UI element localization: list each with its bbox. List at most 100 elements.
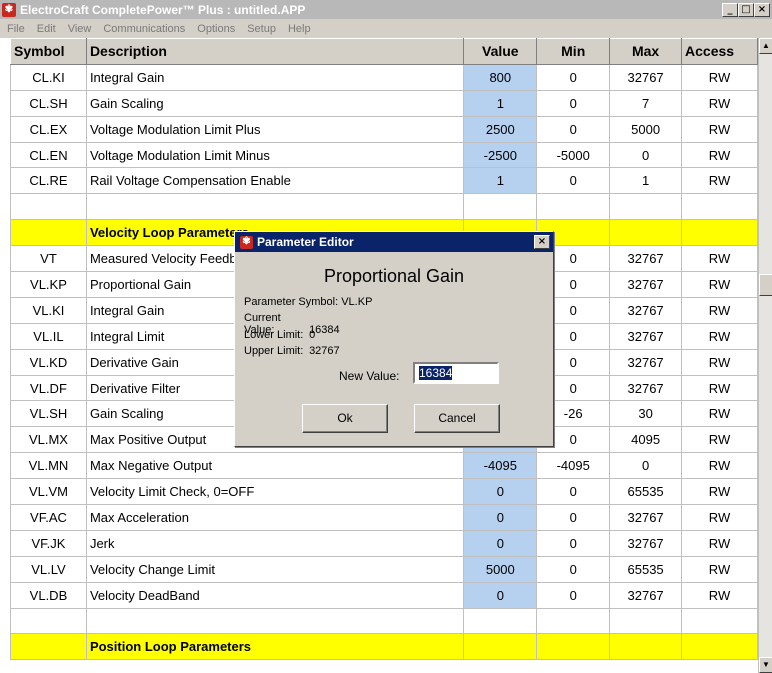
menu-help[interactable]: Help: [281, 23, 316, 35]
cell-value[interactable]: 0: [463, 529, 538, 557]
cell-access: RW: [681, 529, 758, 557]
cell-max: 32767: [609, 271, 683, 298]
cell-value[interactable]: 0: [463, 478, 538, 506]
cell-symbol: VL.IL: [10, 322, 87, 350]
section-cell-access: [681, 219, 758, 247]
header-max[interactable]: Max: [609, 38, 683, 65]
minimize-button[interactable]: _: [722, 2, 738, 17]
dialog-heading: Proportional Gain: [323, 266, 465, 286]
menu-edit[interactable]: Edit: [30, 23, 61, 35]
table-row: CL.EX Voltage Modulation Limit Plus 2500 0 5…: [10, 115, 758, 143]
cell-value[interactable]: 2500: [463, 115, 538, 143]
cell-value[interactable]: 0: [463, 504, 538, 531]
cell-value[interactable]: [463, 193, 538, 221]
cell-max: 32767: [609, 63, 683, 91]
electrocraft-logo-icon: ✾: [2, 2, 16, 17]
menu-bar: File Edit View Communications Options Se…: [0, 19, 772, 38]
cell-symbol: VL.MN: [10, 452, 87, 480]
cell-description: Velocity DeadBand: [85, 581, 465, 609]
cancel-button[interactable]: Cancel: [414, 404, 500, 433]
cell-symbol: VL.LV: [10, 555, 87, 583]
cell-min: 0: [536, 115, 611, 143]
section-header-row: Position Loop Parameters: [10, 633, 758, 661]
header-value[interactable]: Value: [463, 38, 538, 65]
cell-min: 0: [536, 89, 611, 117]
cell-max: [609, 607, 683, 635]
table-row: VL.VM Velocity Limit Check, 0=OFF 0 0 65535 R…: [10, 478, 758, 506]
table-row: VL.DB Velocity DeadBand 0 0 32767 RW: [10, 581, 758, 609]
header-description[interactable]: Description: [85, 38, 465, 65]
cell-symbol: VL.SH: [10, 400, 87, 428]
cell-value[interactable]: 5000: [463, 555, 538, 583]
cell-access: [681, 193, 758, 221]
maximize-button[interactable]: □: [738, 2, 754, 17]
scrollbar-thumb[interactable]: [759, 274, 772, 296]
cell-max: 7: [609, 89, 683, 117]
section-cell-min: [536, 633, 611, 661]
menu-options[interactable]: Options: [190, 23, 240, 35]
window-title: ElectroCraft CompletePower™ Plus : untit…: [20, 2, 306, 17]
cell-value[interactable]: -2500: [463, 141, 538, 169]
cell-description: Rail Voltage Compensation Enable: [85, 167, 465, 195]
menu-setup[interactable]: Setup: [240, 23, 281, 35]
cell-description: Integral Gain: [85, 63, 465, 91]
upper-limit-label: Upper Limit:: [244, 345, 304, 357]
cell-access: RW: [681, 296, 758, 324]
cell-symbol: VL.DB: [10, 581, 87, 609]
dialog-close-button[interactable]: ×: [534, 235, 550, 249]
cell-min: 0: [536, 581, 611, 609]
cell-max: 32767: [609, 374, 683, 402]
cell-value[interactable]: [463, 607, 538, 635]
cell-description: Jerk: [85, 529, 465, 557]
cell-access: RW: [681, 581, 758, 609]
menu-view[interactable]: View: [61, 23, 97, 35]
table-row: CL.KI Integral Gain 800 0 32767 RW: [10, 63, 758, 91]
header-access[interactable]: Access: [681, 38, 758, 65]
header-symbol[interactable]: Symbol: [10, 38, 87, 65]
close-button[interactable]: ×: [754, 2, 770, 17]
cell-min: 0: [536, 529, 611, 557]
cell-access: RW: [681, 89, 758, 117]
table-row: CL.EN Voltage Modulation Limit Minus -2500…: [10, 141, 758, 169]
cell-value[interactable]: 0: [463, 581, 538, 609]
cell-max: 65535: [609, 478, 683, 506]
window-titlebar: ✾ ElectroCraft CompletePower™ Plus : unt…: [0, 0, 772, 19]
cell-access: RW: [681, 348, 758, 376]
ok-button[interactable]: Ok: [302, 404, 388, 433]
vertical-scrollbar[interactable]: ▲ ▼: [758, 38, 772, 673]
cell-max: 32767: [609, 529, 683, 557]
menu-file[interactable]: File: [0, 23, 30, 35]
cell-symbol: CL.EX: [10, 115, 87, 143]
lower-limit-row: Lower Limit: 0: [244, 329, 315, 341]
table-row: VL.LV Velocity Change Limit 5000 0 65535 RW: [10, 555, 758, 583]
cell-symbol: VF.JK: [10, 529, 87, 557]
cell-value[interactable]: 1: [463, 89, 538, 117]
arrow-down-icon[interactable]: ▼: [759, 657, 772, 673]
section-cell-symbol: [10, 633, 87, 661]
arrow-up-icon[interactable]: ▲: [759, 38, 772, 54]
cell-value[interactable]: 1: [463, 167, 538, 195]
table-row: [10, 193, 758, 221]
parameter-editor-dialog: ✾ Parameter Editor × Proportional Gain P…: [234, 231, 554, 447]
cell-min: 0: [536, 504, 611, 531]
header-min[interactable]: Min: [536, 38, 611, 65]
cell-value[interactable]: -4095: [463, 452, 538, 480]
section-cell-value: [463, 633, 538, 661]
table-header-row: Symbol Description Value Min Max Access: [10, 38, 758, 65]
cell-symbol: VL.KP: [10, 271, 87, 298]
parameter-symbol-value: VL.KP: [341, 296, 373, 308]
cell-value[interactable]: 800: [463, 63, 538, 91]
cell-max: 5000: [609, 115, 683, 143]
cell-access: RW: [681, 167, 758, 195]
dialog-titlebar: ✾ Parameter Editor ×: [235, 232, 553, 252]
new-value-input[interactable]: 16384: [413, 362, 499, 384]
cell-access: RW: [681, 504, 758, 531]
cell-symbol: VF.AC: [10, 504, 87, 531]
cell-min: -5000: [536, 141, 611, 169]
cell-access: RW: [681, 426, 758, 454]
menu-communications[interactable]: Communications: [96, 23, 190, 35]
dialog-title: Parameter Editor: [257, 235, 354, 249]
cell-access: RW: [681, 452, 758, 480]
table-row: CL.RE Rail Voltage Compensation Enable 1 0 1…: [10, 167, 758, 195]
section-cell-description: Position Loop Parameters: [85, 633, 465, 661]
